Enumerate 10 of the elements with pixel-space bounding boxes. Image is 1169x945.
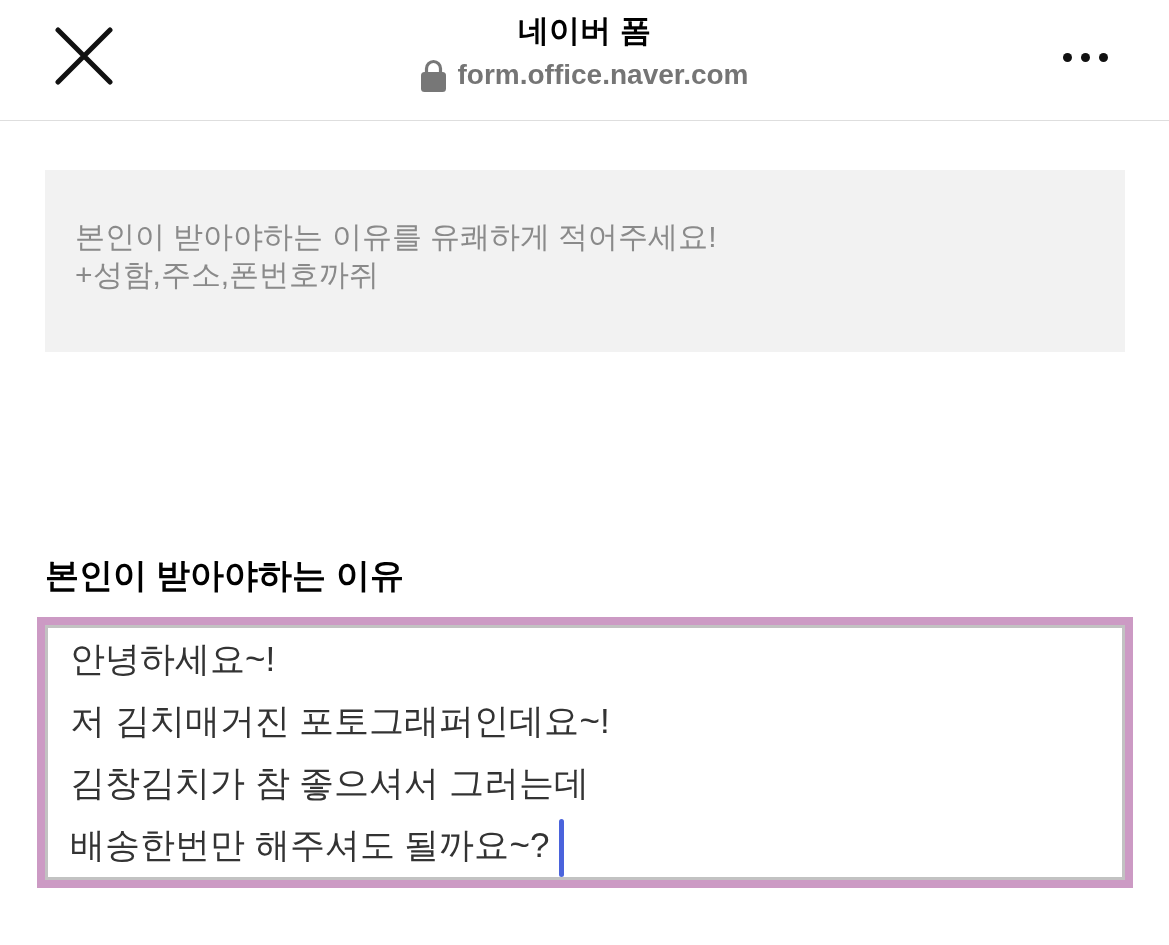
close-icon — [55, 27, 113, 85]
close-button[interactable] — [55, 27, 113, 85]
answer-field[interactable]: 안녕하세요~! 저 김치매거진 포토그래퍼인데요~! 김창김치가 참 좋으셔서 그러는데 배송한번만 해주셔도 될까요~? — [37, 617, 1133, 888]
question-label: 본인이 받아야하는 이유 — [45, 555, 404, 595]
more-icon — [1063, 53, 1108, 62]
url-text: form.office.naver.com — [457, 58, 749, 92]
page-title: 네이버 폼 — [518, 12, 651, 50]
more-button[interactable] — [1063, 53, 1108, 62]
description-text: 본인이 받아야하는 이유를 유쾌하게 적어주세요! — [75, 219, 717, 255]
description-text: +성함,주소,폰번호까쥐 — [75, 257, 380, 293]
